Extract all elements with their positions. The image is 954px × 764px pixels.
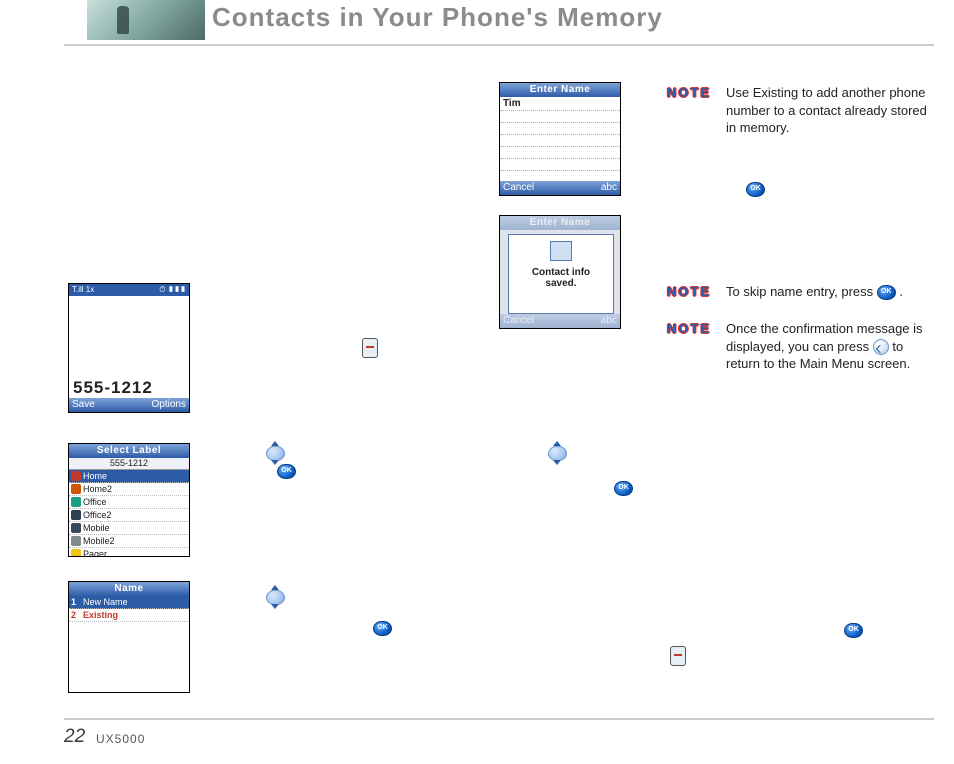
nav-updown-icon bbox=[266, 442, 283, 464]
name-option-existing[interactable]: 2Existing bbox=[69, 609, 189, 622]
phone-screen-select-label: Select Label 555-1212 Home Home2 Office … bbox=[68, 443, 190, 557]
ok-key-icon: OK bbox=[746, 182, 765, 197]
step-3-text-c: . bbox=[414, 447, 418, 462]
step-5-text-a: Enter a name for the phone number (up to… bbox=[645, 447, 920, 480]
softkey-cancel[interactable]: Cancel bbox=[503, 181, 534, 195]
model-name: UX5000 bbox=[96, 732, 145, 746]
name-input-value[interactable]: Tim bbox=[500, 97, 620, 110]
softkey-options[interactable]: Options bbox=[152, 398, 186, 412]
step-4-text-c: . bbox=[249, 607, 253, 622]
label-item-mobile[interactable]: Mobile bbox=[69, 522, 189, 535]
titlebar-name: Name bbox=[69, 582, 189, 596]
option-text: New Name bbox=[83, 597, 128, 607]
saved-msg-line2: saved. bbox=[509, 278, 613, 289]
step-5-num: 5. bbox=[645, 447, 656, 462]
phone-screen-name: Name 1New Name 2Existing bbox=[68, 581, 190, 693]
note-2-b: . bbox=[899, 284, 903, 299]
phone-screen-enter-name: Enter Name Tim Cancel abc bbox=[499, 82, 621, 196]
step-6-text-a: Continue saving the entry as necessary a… bbox=[645, 607, 912, 640]
step-4-num: 4. bbox=[214, 589, 225, 604]
status-right: ⏱ ▮▮▮ bbox=[159, 284, 186, 296]
label-text: Office bbox=[83, 497, 106, 507]
label-text: Office2 bbox=[83, 510, 111, 520]
softkey-cancel-dim: Cancel bbox=[503, 314, 534, 328]
note-label-2: NOTE bbox=[667, 283, 711, 301]
bottom-rule bbox=[64, 718, 934, 720]
step-1-text: Enter the phone number you want to save … bbox=[214, 285, 470, 318]
top-rule bbox=[64, 44, 934, 46]
option-text: Existing bbox=[83, 610, 118, 620]
saved-msg-line1: Contact info bbox=[509, 267, 613, 278]
label-text: Mobile bbox=[83, 523, 110, 533]
page-number: 22 bbox=[64, 726, 85, 748]
end-key-icon bbox=[362, 338, 378, 358]
step-4-text-a: Use bbox=[228, 589, 255, 604]
office-icon bbox=[71, 497, 81, 507]
label-text: Mobile2 bbox=[83, 536, 115, 546]
ok-key-icon: OK bbox=[373, 621, 392, 636]
label-text: Home2 bbox=[83, 484, 112, 494]
step-3-text-a: Use bbox=[228, 447, 255, 462]
confirm-memo: A confirmation message is displayed brie… bbox=[645, 641, 935, 659]
ok-key-icon: OK bbox=[614, 481, 633, 496]
name-option-new[interactable]: 1New Name bbox=[69, 596, 189, 609]
ok-key-icon: OK bbox=[877, 285, 896, 300]
clr-key-icon bbox=[873, 339, 889, 355]
label-item-home[interactable]: Home bbox=[69, 470, 189, 483]
step-3-num: 3. bbox=[214, 447, 225, 462]
note-1-text: Use Existing to add another phone number… bbox=[726, 84, 931, 137]
step-6-text-b: . bbox=[680, 625, 684, 640]
note-label-3: NOTE bbox=[667, 320, 711, 338]
titlebar-dim: Enter Name bbox=[500, 216, 620, 230]
softkey-mode-abc[interactable]: abc bbox=[601, 181, 617, 195]
nav-updown-icon bbox=[548, 442, 565, 464]
titlebar-enter-name: Enter Name bbox=[500, 83, 620, 97]
step-2-text-a: Press Left Soft Key bbox=[228, 341, 343, 356]
dialed-number: 555-1212 bbox=[69, 378, 189, 398]
office2-icon bbox=[71, 510, 81, 520]
note-label-1: NOTE bbox=[667, 84, 711, 102]
floppy-icon bbox=[550, 241, 572, 261]
home-icon bbox=[71, 471, 81, 481]
softkey-mode-dim: abc bbox=[601, 314, 617, 328]
mobile2-icon bbox=[71, 536, 81, 546]
home2-icon bbox=[71, 484, 81, 494]
label-item-pager[interactable]: Pager bbox=[69, 548, 189, 557]
label-item-mobile2[interactable]: Mobile2 bbox=[69, 535, 189, 548]
note-3-text: Once the confirmation message is display… bbox=[726, 320, 936, 373]
label-item-office2[interactable]: Office2 bbox=[69, 509, 189, 522]
step-6-num: 6. bbox=[645, 607, 656, 622]
subheader-number: 555-1212 bbox=[69, 458, 189, 470]
label-text: Home bbox=[83, 471, 107, 481]
header-photo bbox=[87, 0, 205, 40]
status-bar: T.ill 1x ⏱ ▮▮▮ bbox=[69, 284, 189, 296]
softkey-save[interactable]: Save bbox=[72, 398, 95, 412]
phone-screen-dial: T.ill 1x ⏱ ▮▮▮ 555-1212 Save Options bbox=[68, 283, 190, 413]
label-text: Pager bbox=[83, 549, 107, 557]
titlebar-select-label: Select Label bbox=[69, 444, 189, 458]
label-item-office[interactable]: Office bbox=[69, 496, 189, 509]
phone-screen-saved: Enter Name Contact info saved. Cancel ab… bbox=[499, 215, 621, 329]
status-left: T.ill 1x bbox=[72, 284, 94, 296]
step-3-list: Home/ Home2/ Office/ Office2/ Mobile/ Mo… bbox=[214, 464, 478, 499]
mobile-icon bbox=[71, 523, 81, 533]
step-5-text-b: . bbox=[774, 465, 778, 480]
end-key-icon bbox=[670, 646, 686, 666]
note-2-a: To skip name entry, press bbox=[726, 284, 877, 299]
step-1-num: 1. bbox=[214, 285, 225, 300]
step-2-num: 2. bbox=[214, 341, 225, 356]
page-title: Contacts in Your Phone's Memory bbox=[212, 2, 663, 33]
ok-key-icon: OK bbox=[844, 623, 863, 638]
note-2-text: To skip name entry, press OK . bbox=[726, 283, 936, 301]
pager-icon bbox=[71, 549, 81, 557]
ok-key-icon: OK bbox=[277, 464, 296, 479]
label-item-home2[interactable]: Home2 bbox=[69, 483, 189, 496]
nav-updown-icon bbox=[266, 586, 283, 608]
